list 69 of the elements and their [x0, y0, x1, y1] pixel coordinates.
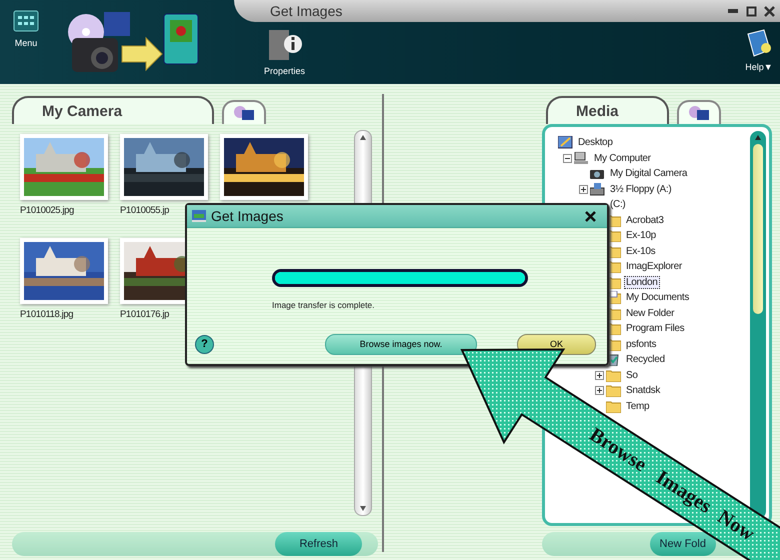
images-icon: [191, 209, 207, 223]
minus-icon: [565, 156, 570, 161]
window-title: Get Images: [270, 3, 344, 19]
tree-item[interactable]: Desktop: [576, 136, 615, 150]
scroll-thumb[interactable]: [753, 144, 763, 314]
scroll-up-icon: [360, 135, 366, 140]
expand-toggle[interactable]: [595, 370, 604, 380]
properties-button[interactable]: Properties: [264, 28, 306, 84]
desktop-icon: [558, 136, 573, 150]
new-folder-button[interactable]: New Fold: [650, 532, 716, 556]
menu-icon: [13, 10, 39, 32]
maximize-icon: [746, 6, 756, 16]
tree-item[interactable]: Program Files: [624, 322, 686, 336]
tree-item[interactable]: My Digital Camera: [608, 167, 690, 180]
close-icon: [764, 6, 774, 16]
file-name: P1010176.jp: [120, 309, 170, 320]
close-button[interactable]: [762, 4, 776, 18]
tree-item[interactable]: Snatdsk: [624, 384, 662, 398]
tree-item[interactable]: psfonts: [624, 338, 658, 351]
drive-icon: [688, 105, 710, 121]
tree-item[interactable]: New Folder: [624, 306, 676, 320]
help-button[interactable]: ?: [195, 334, 214, 354]
file-name: P1010118.jpg: [20, 309, 74, 320]
tree-item[interactable]: My Computer: [592, 152, 653, 165]
plus-icon: [597, 372, 602, 378]
plus-icon: [597, 388, 602, 394]
tree-item[interactable]: (C:): [608, 198, 628, 212]
file-name: P1010025.jpg: [20, 205, 75, 216]
camera-icon: [590, 167, 605, 180]
recycle-bin-icon: [606, 353, 621, 366]
panel-tab[interactable]: [222, 100, 266, 124]
tree-item[interactable]: Acrobat3: [624, 214, 666, 227]
close-button[interactable]: [583, 209, 597, 223]
callout-text: Now: [714, 506, 758, 546]
scroll-down-icon: [360, 506, 366, 511]
panel-tab[interactable]: Media: [546, 96, 669, 124]
folder-icon: [606, 384, 621, 398]
tree-item[interactable]: My Documents: [624, 291, 692, 304]
tree-item[interactable]: Ex-10s: [624, 244, 658, 258]
file-name: P1010055.jp: [120, 205, 170, 216]
collapse-toggle[interactable]: [563, 154, 572, 163]
tree-item[interactable]: ImagExplorer: [624, 260, 684, 274]
tree-item[interactable]: Recycled: [624, 353, 667, 366]
folder-icon: [606, 368, 621, 382]
floppy-drive-icon: [590, 182, 605, 196]
panel-tab[interactable]: My Camera: [12, 96, 214, 124]
folder-icon: [606, 400, 621, 413]
menu-button[interactable]: Menu: [0, 0, 52, 84]
scroll-up-icon: [755, 135, 761, 140]
expand-toggle[interactable]: [595, 386, 604, 396]
plus-icon: [581, 186, 586, 192]
tree-item[interactable]: 3½ Floppy (A:): [608, 182, 674, 196]
help-button[interactable]: Help▼: [744, 28, 774, 84]
tree-item[interactable]: London: [624, 276, 660, 289]
expand-toggle[interactable]: [579, 184, 588, 194]
properties-icon: [266, 28, 303, 62]
dialog-title: Get Images: [211, 208, 284, 224]
tree-item[interactable]: Ex-10p: [624, 229, 658, 242]
status-message: Image transfer is complete.: [272, 300, 376, 310]
minimize-icon: [728, 9, 738, 13]
drive-icon: [233, 105, 256, 121]
browse-button[interactable]: Browse images now.: [325, 334, 477, 354]
tree-item[interactable]: So: [624, 368, 640, 382]
refresh-button[interactable]: Refresh: [275, 532, 362, 556]
maximize-button[interactable]: [744, 4, 758, 18]
close-icon: [584, 210, 596, 222]
computer-icon: [574, 152, 589, 165]
panel-tab[interactable]: [676, 100, 721, 124]
tree-item[interactable]: Temp: [624, 400, 652, 413]
